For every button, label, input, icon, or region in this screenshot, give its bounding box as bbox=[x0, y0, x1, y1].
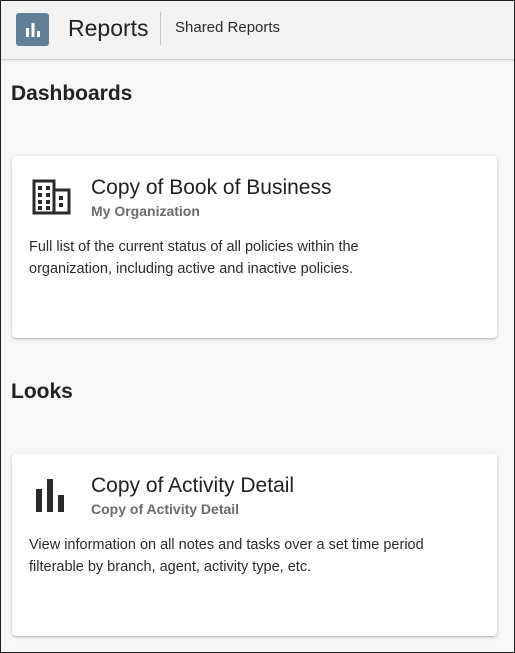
breadcrumb-shared-reports[interactable]: Shared Reports bbox=[175, 19, 280, 37]
card-title: Copy of Activity Detail bbox=[91, 474, 295, 497]
section-heading-looks: Looks bbox=[11, 380, 73, 403]
building-icon bbox=[32, 178, 72, 218]
bar-chart-icon[interactable] bbox=[16, 13, 49, 46]
card-subtitle: Copy of Activity Detail bbox=[91, 501, 240, 517]
top-app-bar: Reports Shared Reports bbox=[1, 1, 514, 60]
card-description: Full list of the current status of all p… bbox=[29, 239, 359, 277]
app-title: Reports bbox=[68, 15, 149, 41]
look-card[interactable]: Copy of Activity Detail Copy of Activity… bbox=[12, 454, 497, 636]
bar-chart-icon bbox=[32, 476, 72, 516]
dashboard-card[interactable]: Copy of Book of Business My Organization… bbox=[12, 156, 497, 338]
card-description: View information on all notes and tasks … bbox=[29, 537, 424, 575]
section-heading-dashboards: Dashboards bbox=[11, 82, 133, 105]
reports-page: Reports Shared Reports Dashboards Copy o… bbox=[0, 0, 515, 653]
card-subtitle: My Organization bbox=[91, 203, 200, 219]
card-title: Copy of Book of Business bbox=[91, 176, 332, 199]
header-divider bbox=[160, 12, 161, 45]
